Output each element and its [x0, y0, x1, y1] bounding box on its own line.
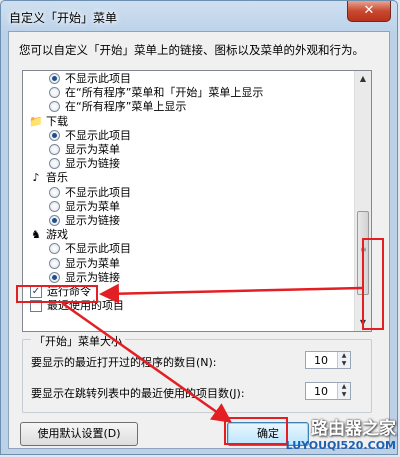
site-watermark: 路由器之家 LUYOUQI520.COM	[286, 414, 396, 452]
arrow-to-ok-button	[61, 301, 233, 423]
watermark-url: LUYOUQI520.COM	[285, 439, 396, 452]
annotation-arrows	[61, 283, 363, 423]
watermark-brand: 路由器之家	[311, 419, 396, 439]
arrow-to-run-command	[99, 283, 363, 304]
